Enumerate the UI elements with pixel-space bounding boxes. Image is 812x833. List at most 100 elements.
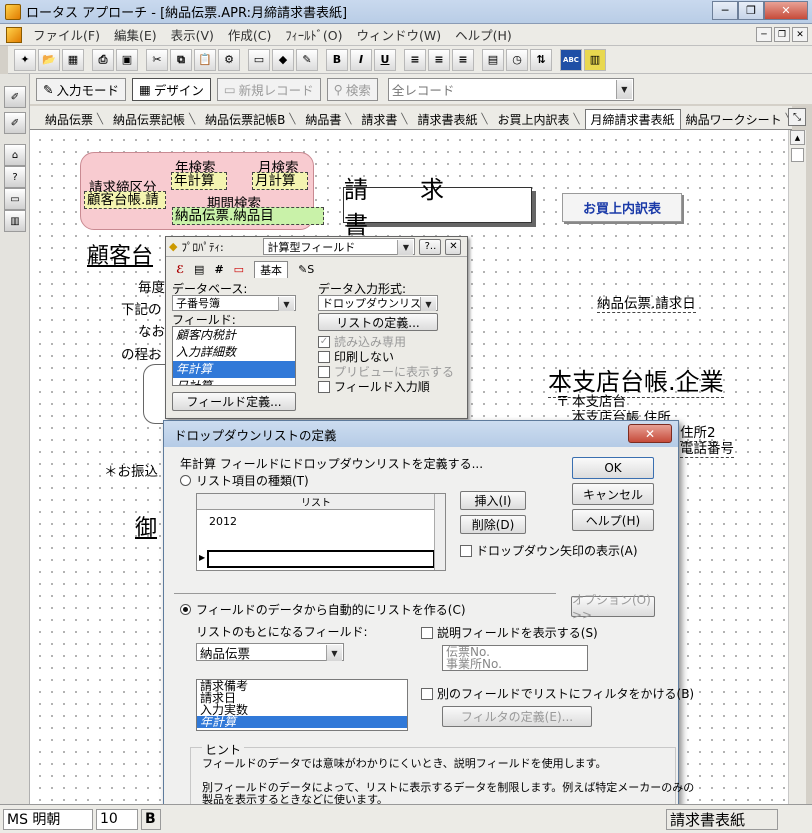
restore-button[interactable]: ❐: [738, 1, 764, 20]
list-define-button[interactable]: リストの定義...: [318, 313, 438, 331]
draw-icon[interactable]: ◆: [272, 48, 294, 71]
object-type-select[interactable]: 計算型フィールド ▼: [263, 238, 416, 255]
transfer-note[interactable]: ＊お振込: [104, 460, 158, 480]
copy-icon[interactable]: ⧉: [170, 48, 192, 71]
scroll-up-icon[interactable]: ▲: [790, 130, 805, 145]
building-icon[interactable]: ▥: [4, 210, 26, 232]
design-mode-button[interactable]: ▦ デザイン: [132, 77, 211, 101]
record-filter-select[interactable]: 全レコード ▼: [387, 77, 634, 101]
edit-tool-icon[interactable]: ✐: [4, 112, 26, 134]
month-calc-field[interactable]: 月計算: [252, 172, 308, 190]
scroll-thumb[interactable]: [791, 148, 804, 162]
properties-close-button[interactable]: ✕: [445, 238, 462, 255]
size-tab-icon[interactable]: ▭: [234, 263, 244, 276]
dialog-close-button[interactable]: ✕: [628, 424, 672, 443]
base-table-select[interactable]: 納品伝票 ▼: [196, 643, 344, 661]
field-define-button[interactable]: フィールド定義...: [172, 392, 296, 411]
align-right-icon[interactable]: ≡: [452, 48, 474, 71]
color-tab-icon[interactable]: ▤: [194, 263, 204, 276]
close-window-button[interactable]: ✕: [764, 1, 808, 20]
delivery-item-field[interactable]: 納品伝票.納品目: [172, 207, 324, 225]
monthly-breakdown-button[interactable]: お買上内訳表: [562, 193, 682, 222]
new-record-button[interactable]: ▭ 新規レコード: [216, 77, 321, 101]
tab-layout-2[interactable]: 納品伝票記帳B: [200, 109, 300, 129]
search-button[interactable]: ⚲ 検索: [326, 77, 378, 101]
customer-field[interactable]: 顧客台帳.請: [84, 191, 166, 209]
new-icon[interactable]: ✦: [14, 48, 36, 71]
input-format-select[interactable]: ドロップダウンリスト ▼: [318, 295, 438, 311]
document-icon[interactable]: [6, 26, 22, 43]
entry-order-checkbox[interactable]: フィールド入力順: [318, 378, 430, 395]
field-item-selected[interactable]: 年計算: [173, 361, 295, 378]
menu-view[interactable]: 表示(V): [164, 25, 221, 44]
format-icon[interactable]: ⚙: [218, 48, 240, 71]
help-icon[interactable]: ?: [4, 166, 26, 188]
align-left-icon[interactable]: ≡: [404, 48, 426, 71]
insert-button[interactable]: 挿入(I): [460, 491, 526, 510]
phone-field[interactable]: 電話番号: [680, 437, 734, 458]
options-button[interactable]: オプション(O) >>: [571, 593, 655, 622]
body-text-3[interactable]: なお: [138, 320, 165, 340]
fields-list[interactable]: 顧客内税計 入力詳細数 年計算 日計算: [172, 326, 296, 386]
preview-icon[interactable]: ▣: [116, 48, 138, 71]
properties-help-button[interactable]: ?..: [419, 238, 442, 255]
tab-layout-8[interactable]: 納品ワークシート: [681, 109, 792, 129]
ok-button[interactable]: OK: [572, 457, 654, 479]
invoice-date-field[interactable]: 納品伝票.請求日: [597, 292, 696, 313]
tab-resize-icon[interactable]: ⤡: [788, 108, 806, 126]
doc-restore-button[interactable]: ❐: [774, 27, 790, 42]
align-center-icon[interactable]: ≡: [428, 48, 450, 71]
filter-define-button[interactable]: フィルタの定義(E)...: [442, 706, 592, 727]
chevron-down-icon[interactable]: ▼: [326, 645, 342, 661]
show-arrow-checkbox[interactable]: ドロップダウン矢印の表示(A): [460, 542, 638, 559]
layout-name-field[interactable]: 請求書表紙: [666, 808, 778, 830]
menu-edit[interactable]: 編集(E): [107, 25, 164, 44]
list-grid-edit-row[interactable]: [207, 550, 435, 568]
format-tab-icon[interactable]: #: [214, 263, 223, 276]
filter-checkbox[interactable]: 別のフィールドでリストにフィルタをかける(B): [421, 685, 694, 702]
chevron-down-icon[interactable]: ▼: [278, 297, 294, 311]
pen-icon[interactable]: ✎: [296, 48, 318, 71]
auto-list-radio[interactable]: フィールドのデータから自動的にリストを作る(C): [180, 601, 466, 618]
desc-fields-list[interactable]: 伝票No. 事業所No.: [442, 645, 588, 671]
calendar-icon[interactable]: ▤: [482, 48, 504, 71]
chevron-down-icon[interactable]: ▼: [397, 240, 414, 255]
list-items-radio[interactable]: リスト項目の種類(T): [180, 472, 309, 489]
status-bold-button[interactable]: B: [141, 808, 161, 830]
paste-icon[interactable]: 📋: [194, 48, 216, 71]
tab-basic[interactable]: 基本: [254, 261, 289, 278]
show-desc-checkbox[interactable]: 説明フィールドを表示する(S): [421, 624, 598, 641]
field-icon[interactable]: ▭: [248, 48, 270, 71]
save-icon[interactable]: ▦: [62, 48, 84, 71]
film-icon[interactable]: ▥: [584, 48, 606, 71]
tab-layout-3[interactable]: 納品書: [300, 109, 356, 129]
tab-layout-0[interactable]: 納品伝票: [40, 109, 108, 129]
vertical-scrollbar[interactable]: ▲: [788, 130, 806, 804]
menu-help[interactable]: ヘルプ(H): [448, 25, 519, 44]
tab-layout-active[interactable]: 月締請求書表紙: [584, 109, 681, 129]
font-size-field[interactable]: 10: [96, 808, 138, 830]
computer-icon[interactable]: ▭: [4, 188, 26, 210]
menu-window[interactable]: ウィンドウ(W): [350, 25, 449, 44]
honorific-text[interactable]: 御: [135, 510, 157, 542]
bold-button[interactable]: B: [326, 48, 348, 71]
delete-button[interactable]: 削除(D): [460, 515, 526, 534]
base-fields-list[interactable]: 請求備考 請求日 入力実数 年計算: [196, 679, 408, 731]
list-grid-value-0[interactable]: 2012: [209, 515, 237, 528]
menu-file[interactable]: ファイル(F): [26, 25, 107, 44]
chevron-down-icon[interactable]: ▼: [615, 79, 632, 99]
underline-button[interactable]: U: [374, 48, 396, 71]
field-item-1[interactable]: 入力詳細数: [173, 344, 295, 361]
field-item-0[interactable]: 顧客内税計: [173, 327, 295, 344]
italic-button[interactable]: I: [350, 48, 372, 71]
invoice-title[interactable]: 請 求 書: [343, 176, 532, 239]
menu-create[interactable]: 作成(C): [221, 25, 278, 44]
base-field-selected[interactable]: 年計算: [197, 716, 407, 728]
cancel-button[interactable]: キャンセル: [572, 483, 654, 505]
tab-layout-6[interactable]: お買上内訳表: [493, 109, 585, 129]
body-text-2[interactable]: 下記の: [121, 298, 162, 318]
doc-minimize-button[interactable]: ─: [756, 27, 772, 42]
customer-name-text[interactable]: 顧客台: [87, 238, 153, 270]
font-tab-icon[interactable]: ℰ: [176, 263, 184, 276]
desc-field-1[interactable]: 事業所No.: [443, 658, 587, 670]
